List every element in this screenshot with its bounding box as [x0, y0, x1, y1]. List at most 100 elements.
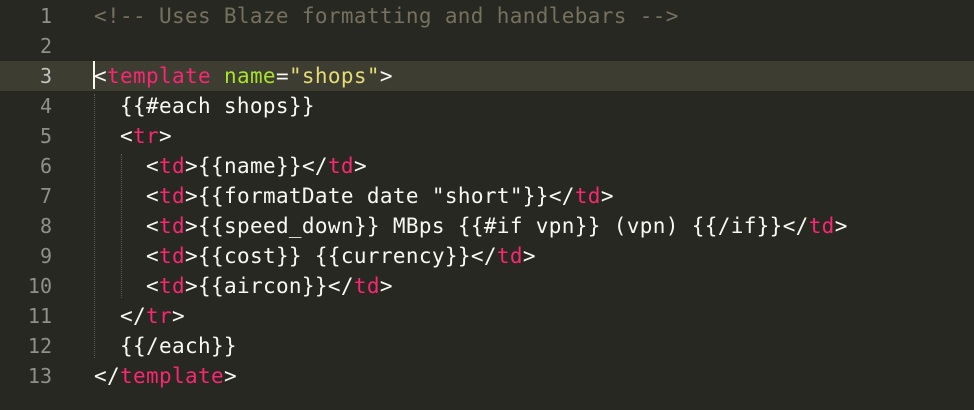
- token-punct: <: [145, 244, 159, 268]
- code-line[interactable]: 6 <td>{{name}}</td>: [0, 151, 974, 181]
- code-line[interactable]: 10 <td>{{aircon}}</td>: [0, 271, 974, 301]
- token-tag: td: [353, 274, 380, 298]
- token-punct: </: [470, 244, 497, 268]
- token-str: "shops": [288, 64, 380, 88]
- token-punct: </: [327, 274, 354, 298]
- token-text: {{cost}} {{currency}}: [197, 244, 471, 268]
- code-line[interactable]: 12 {{/each}}: [0, 331, 974, 361]
- token-comment: <!-- Uses Blaze formatting and handlebar…: [94, 4, 679, 28]
- token-punct: >: [600, 184, 614, 208]
- line-code: <!-- Uses Blaze formatting and handlebar…: [94, 1, 679, 31]
- token-text: {{#each shops}}: [94, 94, 315, 118]
- code-line[interactable]: 2: [0, 31, 974, 61]
- line-number: 8: [39, 214, 52, 238]
- line-number: 1: [39, 4, 52, 28]
- line-code: {{/each}}: [94, 331, 237, 361]
- line-code: <td>{{aircon}}</td>: [94, 271, 393, 301]
- token-punct: </: [94, 364, 120, 388]
- token-punct: <: [145, 214, 159, 238]
- indent-guide: [121, 154, 122, 298]
- token-punct: >: [159, 124, 172, 148]
- token-punct: >: [379, 64, 393, 88]
- token-punct: <: [120, 124, 133, 148]
- line-number: 5: [39, 124, 52, 148]
- token-tag: td: [158, 214, 185, 238]
- line-number: 13: [27, 364, 52, 388]
- token-punct: </: [548, 184, 575, 208]
- token-punct: >: [184, 244, 198, 268]
- token-punct: >: [184, 214, 198, 238]
- token-punct: </: [301, 154, 328, 178]
- token-text: {{formatDate date "short"}}: [197, 184, 549, 208]
- token-punct: >: [184, 154, 198, 178]
- token-attr: name: [223, 64, 276, 88]
- code-line[interactable]: 5 <tr>: [0, 121, 974, 151]
- token-tag: td: [808, 214, 835, 238]
- line-code: <td>{{cost}} {{currency}}</td>: [94, 241, 536, 271]
- token-punct: <: [145, 184, 159, 208]
- token-punct: >: [522, 244, 536, 268]
- token-text: {{name}}: [197, 154, 302, 178]
- token-tag: td: [158, 274, 185, 298]
- line-number: 2: [39, 34, 52, 58]
- line-number: 9: [39, 244, 52, 268]
- text-cursor: [93, 61, 95, 89]
- code-line[interactable]: 4 {{#each shops}}: [0, 91, 974, 121]
- line-number: 6: [39, 154, 52, 178]
- token-punct: >: [184, 274, 198, 298]
- token-text: {{aircon}}: [197, 274, 328, 298]
- code-line[interactable]: 13 </template>: [0, 361, 974, 391]
- line-number: 12: [27, 334, 52, 358]
- code-line[interactable]: 11 </tr>: [0, 301, 974, 331]
- token-tag: td: [158, 244, 185, 268]
- line-code: <template name="shops">: [94, 61, 393, 91]
- line-code: <td>{{formatDate date "short"}}</td>: [94, 181, 614, 211]
- line-code: </tr>: [94, 301, 185, 331]
- token-text: {{speed_down}} MBps {{#if vpn}} (vpn) {{…: [197, 214, 783, 238]
- code-editor[interactable]: 1 <!-- Uses Blaze formatting and handleba…: [0, 0, 974, 410]
- token-punct: >: [223, 364, 237, 388]
- token-tag: tr: [133, 124, 159, 148]
- token-punct: </: [782, 214, 809, 238]
- line-number: 7: [39, 184, 52, 208]
- token-tag: td: [158, 154, 185, 178]
- line-code: <td>{{speed_down}} MBps {{#if vpn}} (vpn…: [94, 211, 848, 241]
- token-punct: >: [172, 304, 185, 328]
- line-number: 4: [39, 94, 52, 118]
- token-punct: <: [94, 64, 107, 88]
- token-punct: >: [834, 214, 848, 238]
- token-punct: >: [353, 154, 367, 178]
- token-text: {{/each}}: [94, 334, 237, 358]
- token-punct: >: [379, 274, 393, 298]
- token-punct: <: [145, 274, 159, 298]
- code-line[interactable]: 9 <td>{{cost}} {{currency}}</td>: [0, 241, 974, 271]
- code-line[interactable]: 8 <td>{{speed_down}} MBps {{#if vpn}} (v…: [0, 211, 974, 241]
- token-punct: </: [120, 304, 146, 328]
- line-number: 10: [27, 274, 52, 298]
- line-code: <tr>: [94, 121, 172, 151]
- code-line[interactable]: 3 <template name="shops">: [0, 61, 974, 91]
- line-number: 3: [39, 64, 52, 88]
- code-line[interactable]: 7 <td>{{formatDate date "short"}}</td>: [0, 181, 974, 211]
- token-tag: tr: [146, 304, 172, 328]
- code-line[interactable]: 1 <!-- Uses Blaze formatting and handleba…: [0, 1, 974, 31]
- line-code: {{#each shops}}: [94, 91, 315, 121]
- token-tag: td: [574, 184, 601, 208]
- token-punct: =: [275, 64, 289, 88]
- line-code: </template>: [94, 361, 237, 391]
- token-punct: <: [145, 154, 159, 178]
- line-code: <td>{{name}}</td>: [94, 151, 367, 181]
- token-tag: template: [120, 364, 224, 388]
- token-punct: >: [184, 184, 198, 208]
- token-tag: td: [327, 154, 354, 178]
- token-tag: td: [158, 184, 185, 208]
- indent-guide: [94, 94, 95, 358]
